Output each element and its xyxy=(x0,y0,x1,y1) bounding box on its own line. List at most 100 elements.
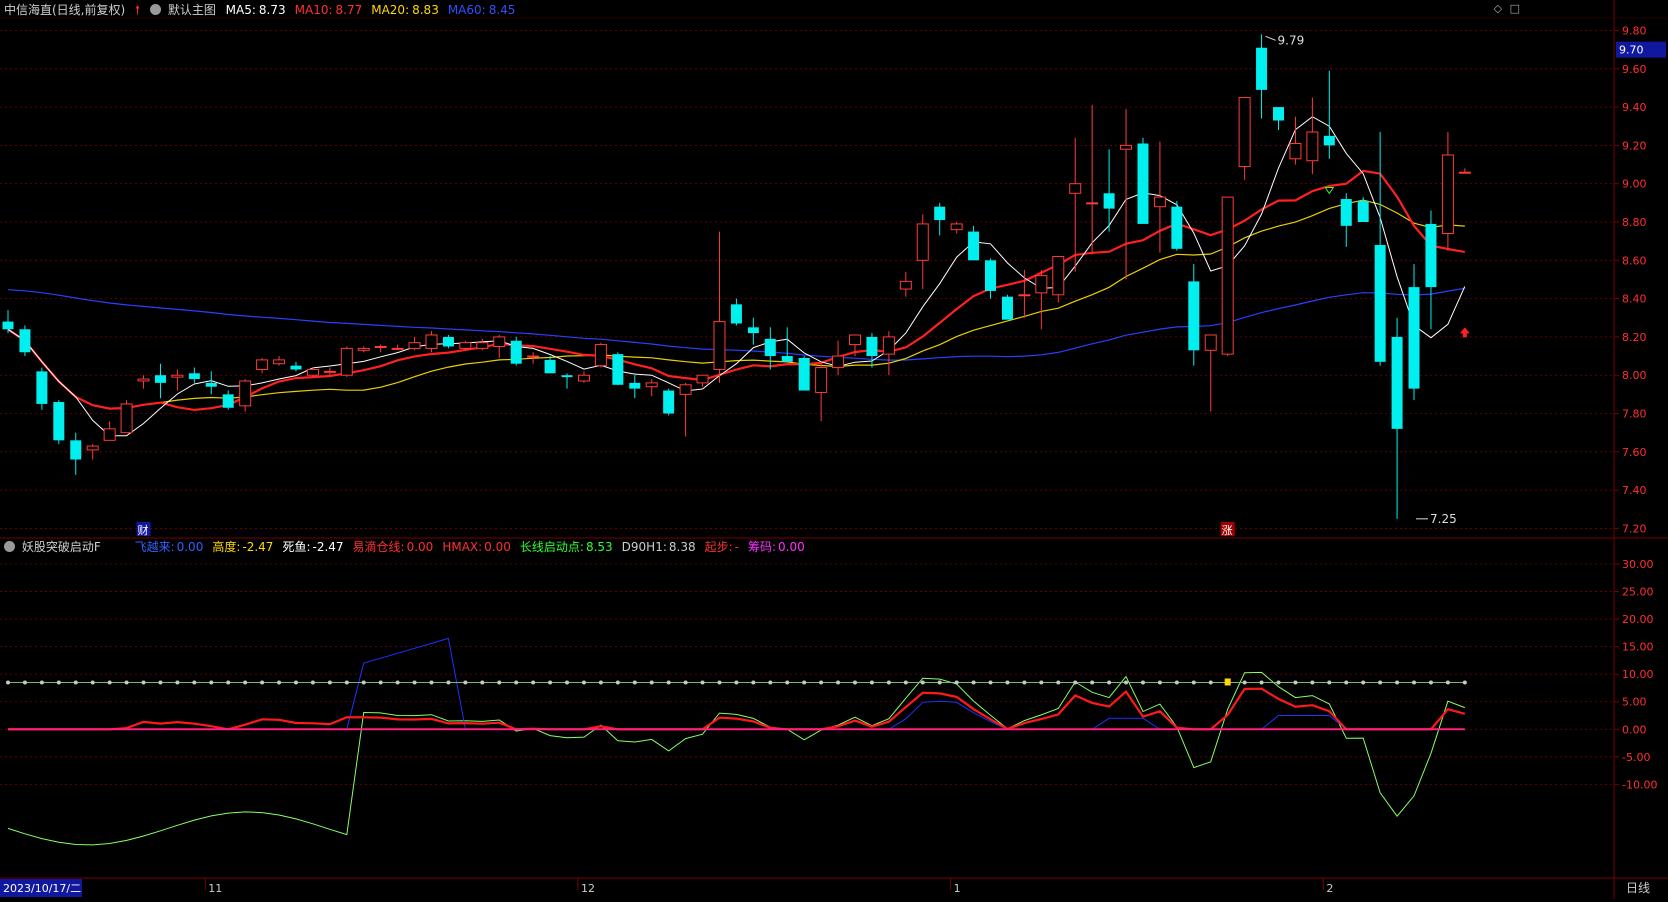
candle-body xyxy=(1069,183,1082,194)
candle-body xyxy=(1374,244,1386,362)
candle xyxy=(781,327,793,362)
indicator-level-dot xyxy=(192,680,197,685)
indicator-value-2: -2.47 xyxy=(312,540,344,554)
indicator-level-dot xyxy=(1022,680,1027,685)
candle xyxy=(1238,97,1251,180)
indicator-level-dot xyxy=(327,680,332,685)
indicator-level-dot xyxy=(649,680,654,685)
indicator-level-dot xyxy=(293,680,298,685)
candle-body xyxy=(103,428,116,441)
candle xyxy=(612,352,624,385)
indicator-level-dot xyxy=(378,680,383,685)
indicator-level-dot xyxy=(1428,680,1433,685)
candle xyxy=(222,390,234,410)
candle xyxy=(391,344,404,351)
stock-chart-window[interactable]: 9.80 9.60 9.40 9.20 9.00 8.80 8.60 8.40 8.20 8.00… xyxy=(0,0,1668,899)
indicator-level-dot xyxy=(209,680,214,685)
current-price-label: 9.70 xyxy=(1619,44,1644,57)
candle-body xyxy=(1018,294,1031,297)
candle xyxy=(1171,200,1183,251)
candle-body xyxy=(629,382,641,389)
indicator-level-dot xyxy=(1124,680,1129,685)
indicator-level-dot xyxy=(175,680,180,685)
candle-body xyxy=(510,340,522,364)
candle xyxy=(544,356,556,374)
indicator-level-dot xyxy=(565,680,570,685)
indicator-level-dot xyxy=(141,680,146,685)
indicator-level-dot xyxy=(107,680,112,685)
candle-body xyxy=(323,370,336,373)
candle-body xyxy=(1035,275,1048,294)
indicator-item-8: 筹码: xyxy=(747,540,777,554)
cai-badge: 财 xyxy=(138,523,149,537)
candle xyxy=(459,340,472,351)
indicator-level-dot xyxy=(751,680,756,685)
candle-body xyxy=(1238,97,1251,167)
indicator-level-dot xyxy=(480,680,485,685)
candle xyxy=(1204,334,1217,412)
candle-body xyxy=(137,378,150,382)
indicator-level-dot xyxy=(310,680,315,685)
candle xyxy=(594,342,607,368)
candle xyxy=(730,298,742,326)
indicator-level-dot xyxy=(700,680,705,685)
indicator-level-dot xyxy=(954,680,959,685)
candle-body xyxy=(730,304,742,324)
candle xyxy=(323,367,336,376)
candle-body xyxy=(815,367,828,393)
candle xyxy=(1306,97,1319,175)
kline-svg[interactable]: 9.80 9.60 9.40 9.20 9.00 8.80 8.60 8.40 8.20 8.00… xyxy=(0,0,1668,899)
candle-body xyxy=(882,336,895,355)
candle xyxy=(1086,105,1099,255)
candle-body xyxy=(594,344,607,367)
indicator-level-dot xyxy=(802,680,807,685)
indicator-level-dot xyxy=(531,680,536,685)
diamond-icon[interactable]: ◇ xyxy=(1494,2,1502,15)
candle-body xyxy=(154,375,166,383)
month-label: 12 xyxy=(581,882,595,895)
candle-body xyxy=(340,347,353,376)
ma-value-2: MA20: xyxy=(371,3,410,17)
candle-body xyxy=(1340,199,1352,226)
candle-body xyxy=(747,327,759,334)
settings-circle-icon[interactable] xyxy=(150,4,161,15)
indicator-level-dot xyxy=(1293,680,1298,685)
indicator-axis-label: 0.00 xyxy=(1622,723,1647,736)
indicator-level-dot xyxy=(56,680,61,685)
indicator-level-dot xyxy=(1462,680,1467,685)
stock-title[interactable]: 中信海直(日线,前复权) xyxy=(4,3,125,17)
indicator-level-dot xyxy=(243,680,248,685)
indicator-name[interactable]: 妖股突破启动F xyxy=(22,540,101,554)
chevron-down-icon[interactable] xyxy=(4,541,15,552)
candle-body xyxy=(1204,334,1217,351)
candle xyxy=(510,336,522,366)
indicator-axis-label: -10.00 xyxy=(1622,778,1657,791)
candle-body xyxy=(1001,296,1013,320)
square-icon[interactable]: □ xyxy=(1510,2,1520,15)
candle-body xyxy=(222,394,234,408)
main-chart-template-label[interactable]: 默认主图 xyxy=(168,3,216,17)
candle-body xyxy=(36,371,48,404)
low-price-label: 7.25 xyxy=(1430,512,1457,526)
candle-body xyxy=(273,359,286,365)
candle xyxy=(476,338,489,351)
indicator-level-dot xyxy=(717,680,722,685)
price-axis-label: 7.80 xyxy=(1622,408,1647,421)
indicator-level-dot xyxy=(1259,680,1264,685)
candle xyxy=(968,225,980,261)
indicator-level-dot xyxy=(1395,680,1400,685)
candle-body xyxy=(832,355,845,369)
indicator-level-dot xyxy=(903,680,908,685)
indicator-level-dot xyxy=(260,680,265,685)
candle-body xyxy=(849,334,861,346)
zhang-badge: 涨 xyxy=(1222,524,1233,537)
candle-body xyxy=(1221,196,1234,355)
candle-body xyxy=(1153,196,1166,208)
indicator-value-3: 0.00 xyxy=(406,540,434,554)
indicator-level-dot xyxy=(124,680,129,685)
ma-number-2: 8.83 xyxy=(412,3,439,17)
indicator-item-4: HMAX: xyxy=(442,540,483,554)
high-price-label: 9.79 xyxy=(1278,33,1305,47)
candle xyxy=(53,400,65,445)
candle xyxy=(815,361,828,422)
